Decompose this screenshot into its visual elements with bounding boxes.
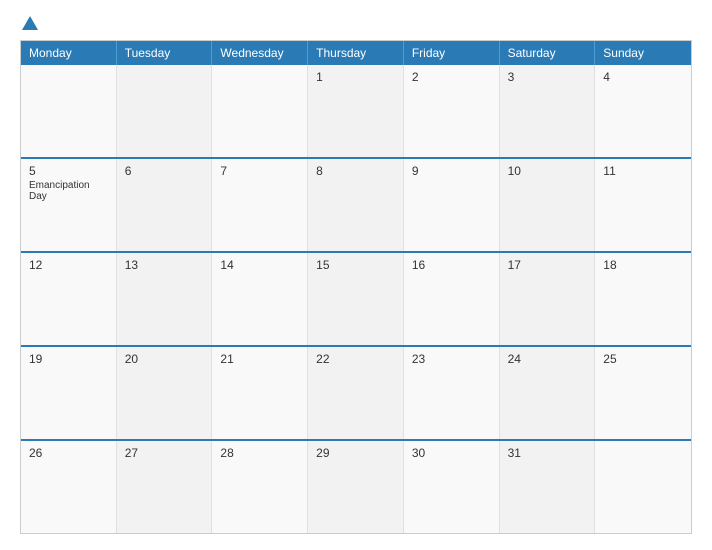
table-row: 12 <box>21 253 117 345</box>
day-number: 15 <box>316 258 395 272</box>
table-row: 13 <box>117 253 213 345</box>
day-number: 8 <box>316 164 395 178</box>
table-row: 3 <box>500 65 596 157</box>
table-row: 31 <box>500 441 596 533</box>
calendar-week-3: 12 13 14 15 16 17 18 <box>21 253 691 347</box>
table-row: 7 <box>212 159 308 251</box>
day-number: 2 <box>412 70 491 84</box>
table-row: 30 <box>404 441 500 533</box>
table-row: 16 <box>404 253 500 345</box>
day-number: 26 <box>29 446 108 460</box>
day-number: 23 <box>412 352 491 366</box>
calendar-week-2: 5 Emancipation Day 6 7 8 9 10 11 <box>21 159 691 253</box>
table-row: 29 <box>308 441 404 533</box>
table-row: 24 <box>500 347 596 439</box>
day-number: 10 <box>508 164 587 178</box>
day-number: 21 <box>220 352 299 366</box>
logo-triangle-icon <box>22 16 38 30</box>
day-number: 7 <box>220 164 299 178</box>
calendar-header: Monday Tuesday Wednesday Thursday Friday… <box>21 41 691 65</box>
page: Monday Tuesday Wednesday Thursday Friday… <box>0 0 712 550</box>
calendar-week-4: 19 20 21 22 23 24 25 <box>21 347 691 441</box>
table-row: 17 <box>500 253 596 345</box>
table-row: 4 <box>595 65 691 157</box>
day-number: 25 <box>603 352 683 366</box>
day-number: 17 <box>508 258 587 272</box>
table-row <box>595 441 691 533</box>
day-number: 27 <box>125 446 204 460</box>
day-number: 16 <box>412 258 491 272</box>
day-number: 3 <box>508 70 587 84</box>
table-row: 8 <box>308 159 404 251</box>
logo <box>20 16 38 30</box>
day-number: 30 <box>412 446 491 460</box>
day-number: 13 <box>125 258 204 272</box>
day-number: 19 <box>29 352 108 366</box>
day-number: 11 <box>603 164 683 178</box>
calendar-body: 12345Emancipation Day6789101112131415161… <box>21 65 691 533</box>
day-number: 6 <box>125 164 204 178</box>
day-number: 12 <box>29 258 108 272</box>
table-row: 9 <box>404 159 500 251</box>
day-number: 14 <box>220 258 299 272</box>
calendar-event: Emancipation Day <box>29 180 108 202</box>
header-friday: Friday <box>404 41 500 65</box>
table-row <box>117 65 213 157</box>
day-number: 4 <box>603 70 683 84</box>
day-number: 20 <box>125 352 204 366</box>
table-row: 25 <box>595 347 691 439</box>
day-number: 24 <box>508 352 587 366</box>
table-row: 2 <box>404 65 500 157</box>
logo-text-wrapper <box>20 16 38 30</box>
calendar-week-5: 26 27 28 29 30 31 <box>21 441 691 533</box>
table-row <box>21 65 117 157</box>
table-row: 22 <box>308 347 404 439</box>
calendar-week-1: 1 2 3 4 <box>21 65 691 159</box>
table-row: 20 <box>117 347 213 439</box>
day-number: 1 <box>316 70 395 84</box>
day-number: 18 <box>603 258 683 272</box>
day-number: 9 <box>412 164 491 178</box>
header-sunday: Sunday <box>595 41 691 65</box>
table-row: 27 <box>117 441 213 533</box>
table-row: 6 <box>117 159 213 251</box>
table-row: 23 <box>404 347 500 439</box>
table-row: 1 <box>308 65 404 157</box>
day-number: 5 <box>29 164 108 178</box>
day-number: 22 <box>316 352 395 366</box>
day-number: 31 <box>508 446 587 460</box>
header-monday: Monday <box>21 41 117 65</box>
table-row: 14 <box>212 253 308 345</box>
day-number: 28 <box>220 446 299 460</box>
header-thursday: Thursday <box>308 41 404 65</box>
table-row: 28 <box>212 441 308 533</box>
calendar: Monday Tuesday Wednesday Thursday Friday… <box>20 40 692 534</box>
table-row: 18 <box>595 253 691 345</box>
header-tuesday: Tuesday <box>117 41 213 65</box>
header-saturday: Saturday <box>500 41 596 65</box>
table-row: 11 <box>595 159 691 251</box>
table-row: 26 <box>21 441 117 533</box>
table-row: 15 <box>308 253 404 345</box>
header <box>20 16 692 30</box>
header-wednesday: Wednesday <box>212 41 308 65</box>
table-row: 19 <box>21 347 117 439</box>
day-number: 29 <box>316 446 395 460</box>
table-row <box>212 65 308 157</box>
table-row: 21 <box>212 347 308 439</box>
table-row: 10 <box>500 159 596 251</box>
table-row: 5 Emancipation Day <box>21 159 117 251</box>
